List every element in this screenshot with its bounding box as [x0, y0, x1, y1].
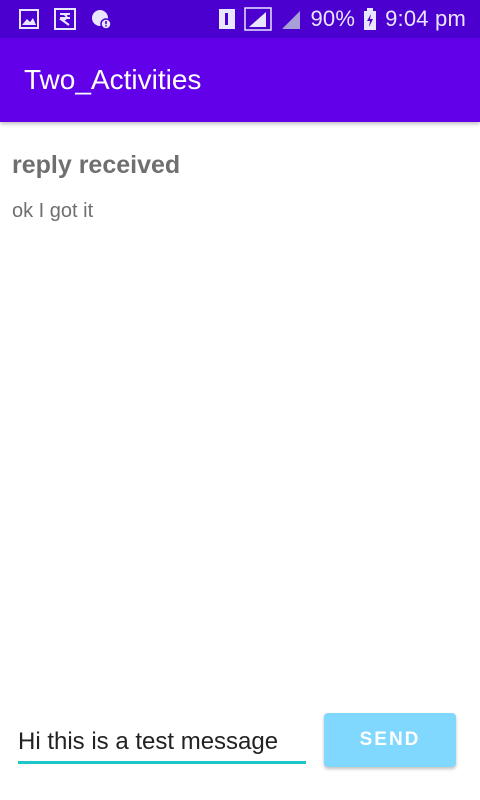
send-button[interactable]: SEND	[324, 713, 456, 767]
shield-alert-icon	[90, 8, 112, 30]
message-input[interactable]	[18, 722, 306, 764]
status-time: 9:04 pm	[385, 6, 466, 31]
app-title: Two_Activities	[24, 64, 202, 95]
gallery-icon	[18, 8, 40, 30]
reply-header: reply received	[12, 151, 181, 179]
signal-secondary-icon	[280, 7, 302, 31]
reply-text: ok I got it	[12, 200, 94, 222]
status-bar-left-icons	[18, 8, 112, 30]
status-bar: 90% 9:04 pm	[0, 0, 480, 38]
battery-percentage: 90%	[310, 6, 356, 31]
sim1-icon	[218, 7, 236, 31]
signal-icon	[244, 7, 273, 31]
battery-charging-icon	[363, 7, 377, 31]
status-bar-right: 90% 9:04 pm	[218, 5, 466, 33]
app-bar: Two_Activities	[0, 38, 480, 122]
rupee-icon	[54, 8, 76, 30]
